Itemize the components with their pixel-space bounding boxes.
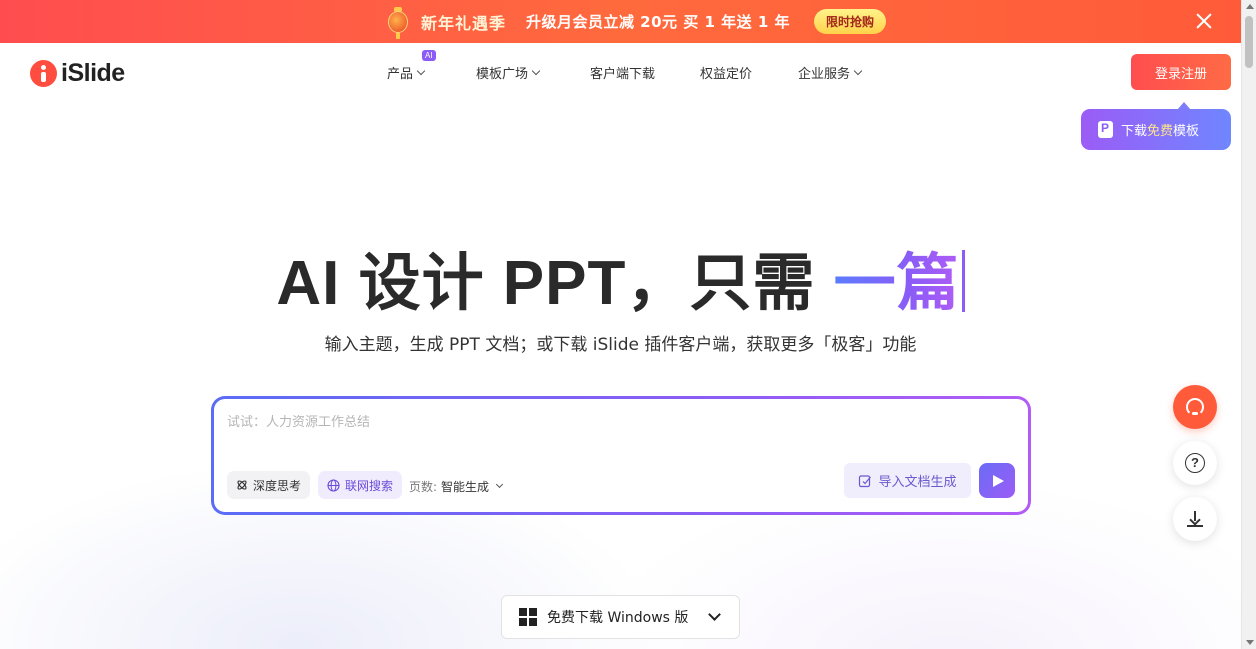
nav-item-label: 企业服务 [798, 67, 851, 82]
nav-item-label: 客户端下载 [590, 67, 656, 82]
download-icon [1187, 511, 1203, 527]
islide-logo-icon [30, 60, 57, 87]
nav-item-enterprise[interactable]: 企业服务 [798, 63, 863, 82]
logo-text: iSlide [61, 59, 125, 87]
question-icon: ? [1185, 453, 1205, 473]
promo-title: 新年礼遇季 [420, 13, 506, 33]
chevron-down-icon [531, 66, 541, 75]
hero-title-accent: 一篇 [833, 249, 960, 318]
atom-icon [237, 480, 247, 490]
prompt-inner: 深度思考 联网搜索 页数: 智能生成 导入文档生成 [214, 399, 1028, 512]
web-search-toggle[interactable]: 联网搜索 [318, 471, 403, 499]
nav-menu: 产品 AI 模板广场 客户端下载 权益定价 企业服务 [387, 50, 863, 82]
chevron-down-icon [496, 480, 504, 489]
chevron-down-icon [416, 66, 426, 75]
page-scrollbar[interactable] [1241, 0, 1256, 649]
globe-icon [327, 478, 340, 492]
nav-item-product[interactable]: 产品 AI [387, 50, 476, 82]
chevron-down-icon [853, 66, 863, 75]
customer-support-button[interactable] [1173, 385, 1217, 429]
login-register-button[interactable]: 登录注册 [1131, 54, 1231, 90]
lantern-icon [385, 5, 411, 39]
free-template-tooltip[interactable]: 下载免费模板 [1081, 102, 1231, 150]
download-float-button[interactable] [1173, 497, 1217, 541]
web-search-label: 联网搜索 [345, 478, 394, 493]
text-caret [961, 250, 965, 312]
hero-subtitle: 输入主题，生成 PPT 文档；或下载 iSlide 插件客户端，获取更多「极客」… [324, 335, 917, 355]
import-document-button[interactable]: 导入文档生成 [844, 463, 971, 498]
nav-item-label: 权益定价 [700, 67, 753, 82]
pages-value: 智能生成 [441, 480, 490, 494]
promo-content: 新年礼遇季 升级月会员立减 20元 买 1 年送 1 年 限时抢购 [385, 5, 887, 39]
deep-think-toggle[interactable]: 深度思考 [227, 471, 311, 499]
scroll-thumb[interactable] [1245, 16, 1253, 68]
pages-label: 页数: [409, 480, 438, 494]
windows-download-button[interactable]: 免费下载 Windows 版 [501, 595, 740, 639]
topic-input[interactable] [227, 415, 1007, 430]
send-button[interactable] [979, 463, 1015, 498]
promo-text: 升级月会员立减 20元 买 1 年送 1 年 [525, 13, 791, 31]
pages-select[interactable]: 页数: 智能生成 [409, 478, 504, 495]
scroll-up-icon[interactable] [1246, 4, 1254, 9]
logo[interactable]: iSlide [30, 59, 125, 88]
hero-title: AI 设计 PPT，只需 一篇 [0, 232, 1241, 322]
windows-download-label: 免费下载 Windows 版 [547, 610, 689, 626]
nav-item-templates[interactable]: 模板广场 [476, 63, 590, 82]
chevron-down-icon[interactable] [708, 608, 722, 621]
scroll-down-icon[interactable] [1246, 640, 1254, 645]
tooltip-text: 下载免费模板 [1121, 124, 1200, 139]
send-icon [992, 474, 1004, 487]
import-document-label: 导入文档生成 [878, 475, 957, 490]
top-nav: iSlide 产品 AI 模板广场 客户端下载 权益定价 企业服务 登录注册 [0, 43, 1241, 101]
ppt-icon [1098, 121, 1113, 138]
edit-doc-icon [859, 474, 872, 487]
nav-item-label: 产品 [387, 67, 414, 82]
help-button[interactable]: ? [1173, 441, 1217, 485]
deep-think-label: 深度思考 [253, 478, 302, 493]
prompt-box: 深度思考 联网搜索 页数: 智能生成 导入文档生成 [211, 396, 1031, 515]
promo-cta-button[interactable]: 限时抢购 [814, 9, 887, 34]
nav-item-client-download[interactable]: 客户端下载 [590, 63, 700, 82]
ai-badge: AI [422, 50, 436, 61]
promo-banner: 新年礼遇季 升级月会员立减 20元 买 1 年送 1 年 限时抢购 [0, 0, 1241, 43]
windows-icon [519, 608, 537, 626]
headset-icon [1186, 398, 1204, 416]
close-icon[interactable] [1195, 12, 1213, 30]
nav-item-pricing[interactable]: 权益定价 [700, 63, 798, 82]
nav-item-label: 模板广场 [476, 67, 529, 82]
